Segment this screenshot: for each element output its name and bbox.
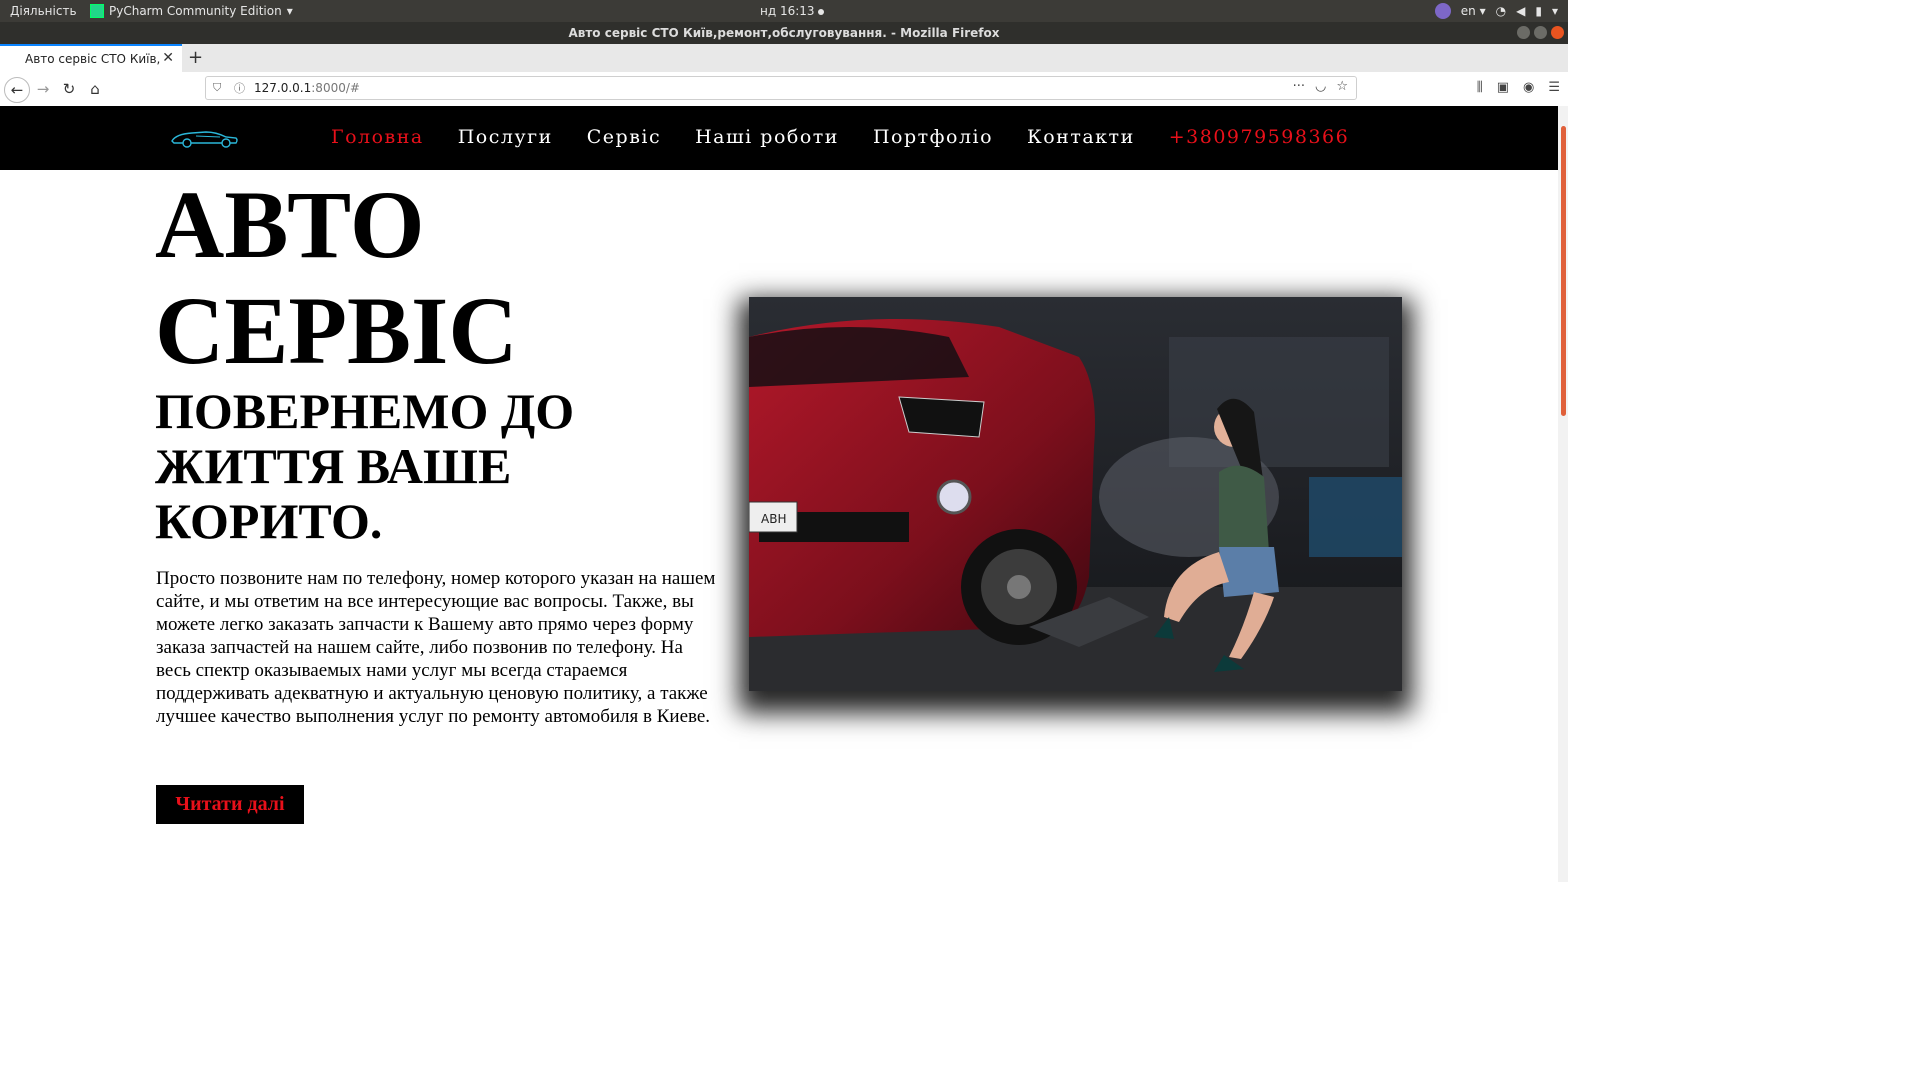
page-actions-icon[interactable]: ···	[1293, 79, 1305, 94]
url-bar[interactable]: ⛉ ⓘ 127.0.0.1:8000/# ··· ◡ ☆	[205, 76, 1357, 100]
scrollbar-thumb[interactable]	[1561, 126, 1566, 416]
site-info-icon[interactable]: ⓘ	[234, 80, 245, 96]
url-actions: ··· ◡ ☆	[1293, 79, 1348, 94]
tab-active[interactable]: Авто сервіс СТО Київ,ремонт,обслуговуван…	[0, 44, 182, 72]
maximize-button[interactable]	[1534, 26, 1547, 39]
clock[interactable]: нд 16:13	[760, 4, 824, 18]
app-name: PyCharm Community Edition	[109, 4, 282, 18]
wifi-icon[interactable]: ◔	[1496, 4, 1506, 18]
hamburger-menu-icon[interactable]: ☰	[1548, 80, 1560, 95]
notification-dot	[817, 8, 824, 15]
hero-title: АВТО СЕРВІС	[155, 172, 518, 384]
hero-title-line2: СЕРВІС	[155, 277, 518, 384]
pycharm-icon	[90, 4, 104, 18]
site-header: Головна Послуги Сервіс Наші роботи Портф…	[0, 106, 1558, 170]
library-icon[interactable]: ⫼	[1477, 80, 1483, 95]
tracking-shield-icon[interactable]: ⛉	[213, 81, 221, 95]
window-controls	[1517, 26, 1564, 39]
app-menu[interactable]: PyCharm Community Edition ▾	[90, 4, 293, 18]
battery-icon[interactable]: ▮	[1535, 4, 1542, 18]
window-title: Авто сервіс СТО Київ,ремонт,обслуговуван…	[568, 26, 1000, 40]
garage-scene-image: ABH	[749, 297, 1402, 691]
bookmark-star-icon[interactable]: ☆	[1336, 79, 1348, 94]
tab-title: Авто сервіс СТО Київ,ремонт,обслуговуван…	[25, 52, 160, 66]
hero-description: Просто позвоните нам по телефону, номер …	[156, 568, 716, 727]
viber-icon[interactable]	[1434, 3, 1451, 19]
home-button[interactable]: ⌂	[83, 77, 107, 101]
window-title-bar: Авто сервіс СТО Київ,ремонт,обслуговуван…	[0, 22, 1568, 44]
account-icon[interactable]: ◉	[1523, 80, 1534, 95]
chevron-down-icon: ▾	[286, 4, 293, 18]
pocket-icon[interactable]: ◡	[1315, 79, 1326, 94]
activities-button[interactable]: Діяльність	[10, 4, 77, 18]
toolbar-right: ⫼ ▣ ◉ ☰	[1477, 80, 1560, 95]
close-window-button[interactable]	[1551, 26, 1564, 39]
forward-button[interactable]: →	[31, 77, 55, 101]
nav-service[interactable]: Сервіс	[587, 126, 661, 148]
language-indicator[interactable]: en ▾	[1461, 4, 1486, 18]
nav-our-works[interactable]: Наші роботи	[695, 126, 839, 148]
volume-icon[interactable]: ◀	[1516, 4, 1525, 18]
plate-text: ABH	[761, 512, 786, 526]
url-text[interactable]: 127.0.0.1:8000/#	[254, 81, 360, 95]
tab-strip: Авто сервіс СТО Київ,ремонт,обслуговуван…	[0, 44, 1568, 72]
nav-contacts[interactable]: Контакти	[1027, 126, 1135, 148]
nav-services[interactable]: Послуги	[458, 126, 553, 148]
browser-toolbar: ← → ↻ ⌂ ⛉ ⓘ 127.0.0.1:8000/# ··· ◡ ☆ ⫼ ▣…	[0, 72, 1568, 107]
hero-photo: ABH	[749, 297, 1402, 691]
power-menu-icon[interactable]: ▾	[1552, 4, 1558, 18]
car-logo-icon[interactable]	[170, 128, 240, 148]
main-nav: Головна Послуги Сервіс Наші роботи Портф…	[331, 126, 1349, 148]
nav-home[interactable]: Головна	[331, 126, 424, 148]
page-scrollbar[interactable]	[1558, 106, 1568, 882]
nav-phone[interactable]: +380979598366	[1169, 126, 1349, 148]
close-tab-icon[interactable]: ✕	[162, 50, 174, 66]
sidebar-icon[interactable]: ▣	[1497, 80, 1509, 95]
system-tray: en ▾ ◔ ◀ ▮ ▾	[1434, 3, 1558, 19]
new-tab-button[interactable]: +	[188, 47, 203, 68]
reload-button[interactable]: ↻	[57, 77, 81, 101]
hero-subtitle: ПОВЕРНЕМО ДО ЖИТТЯ ВАШЕ КОРИТО.	[155, 383, 575, 549]
read-more-button[interactable]: Читати далі	[156, 785, 304, 824]
clock-text: нд 16:13	[760, 4, 815, 18]
os-top-bar: Діяльність PyCharm Community Edition ▾ н…	[0, 0, 1568, 22]
nav-portfolio[interactable]: Портфоліо	[873, 126, 993, 148]
back-button[interactable]: ←	[4, 77, 30, 103]
minimize-button[interactable]	[1517, 26, 1530, 39]
hero-title-line1: АВТО	[155, 171, 425, 278]
